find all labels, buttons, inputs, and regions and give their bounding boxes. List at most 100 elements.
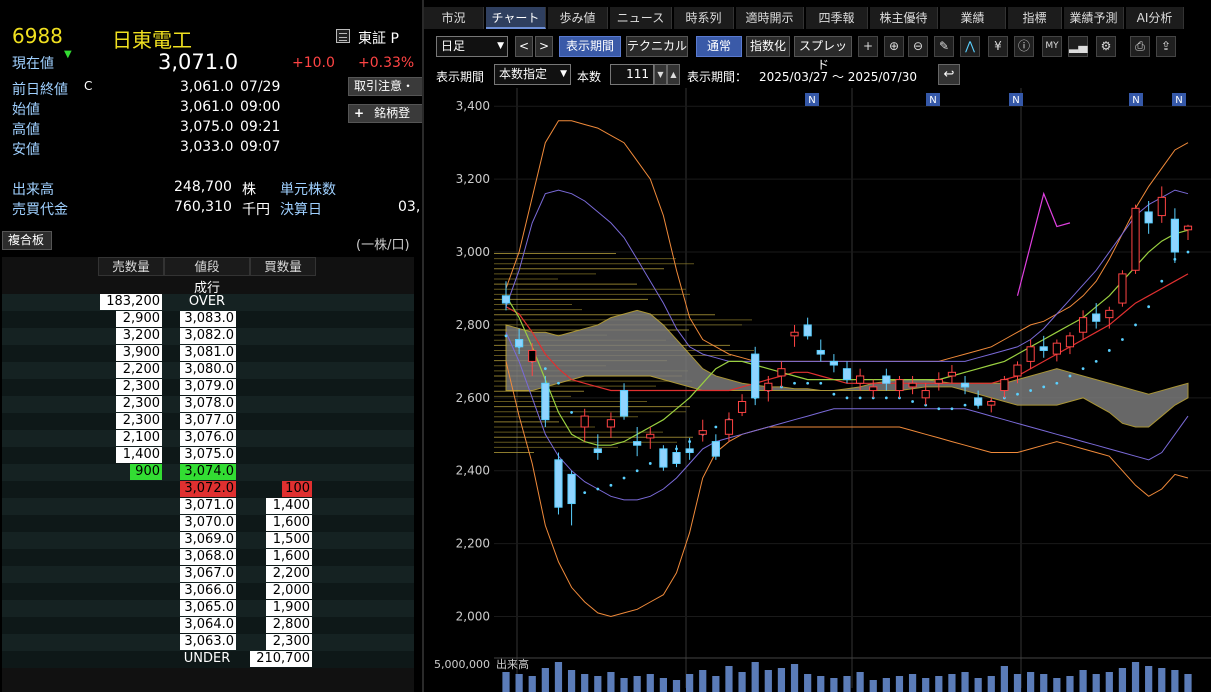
wrench-icon[interactable]: ⚙ (1096, 36, 1116, 57)
tab-4[interactable]: 時系列 (674, 7, 734, 29)
price-cell[interactable]: 3,083.0 (180, 311, 236, 327)
tab-5[interactable]: 適時開示 (736, 7, 804, 29)
pencil-icon[interactable]: ✎ (934, 36, 954, 57)
count-input[interactable]: 111 (610, 64, 654, 85)
price-cell[interactable]: 3,076.0 (180, 430, 236, 446)
info-icon[interactable]: ⓘ (1014, 36, 1034, 57)
tab-8[interactable]: 業績 (940, 7, 1006, 29)
order-book-row: 2,300 3,079.0 (2, 379, 414, 396)
sell-qty-cell[interactable]: 2,300 (116, 396, 162, 412)
price-cell[interactable]: 3,075.0 (180, 447, 236, 463)
tab-1[interactable]: チャート (486, 7, 546, 29)
buy-qty-cell[interactable]: 1,400 (266, 498, 312, 514)
candle-body (842, 368, 852, 381)
sell-qty-cell[interactable]: 2,300 (116, 379, 162, 395)
buy-qty-cell[interactable]: 2,300 (266, 634, 312, 650)
order-book-row: 3,065.0 1,900 (2, 600, 414, 617)
y-tick-label: 3,000 (456, 245, 490, 259)
price-cell[interactable]: 3,068.0 (180, 549, 236, 565)
crosshair-icon[interactable]: + (858, 36, 878, 57)
sell-qty-cell[interactable]: 183,200 (100, 294, 162, 310)
count-down-icon[interactable]: ▼ (654, 64, 667, 85)
register-stock-button[interactable]: + 銘柄登 (348, 104, 422, 123)
buy-qty-cell[interactable]: 1,600 (266, 515, 312, 531)
sell-qty-cell[interactable]: 2,200 (116, 362, 162, 378)
buy-qty-cell[interactable]: 1,500 (266, 532, 312, 548)
candle-body (567, 473, 576, 505)
price-cell[interactable]: 3,063.0 (180, 634, 236, 650)
price-cell[interactable]: 3,072.0 (180, 481, 236, 497)
print-icon[interactable]: ⎙ (1130, 36, 1150, 57)
tab-3[interactable]: ニュース (610, 7, 672, 29)
sell-qty-cell[interactable]: 3,900 (116, 345, 162, 361)
tab-0[interactable]: 市況 (424, 7, 484, 29)
price-cell[interactable]: 3,074.0 (180, 464, 236, 480)
trend-icon[interactable]: ⋀ (960, 36, 980, 57)
tab-11[interactable]: AI分析 (1126, 7, 1184, 29)
period-mode-select[interactable]: 本数指定 ▼ (494, 64, 571, 85)
reset-range-icon[interactable]: ↩ (938, 64, 960, 85)
buy-qty-cell[interactable]: 2,200 (266, 566, 312, 582)
zoom-out-icon[interactable]: ⊖ (908, 36, 928, 57)
price-cell[interactable]: 3,069.0 (180, 532, 236, 548)
technical-button[interactable]: テクニカル (626, 36, 688, 57)
price-cell[interactable]: 3,065.0 (180, 600, 236, 616)
candle-body (751, 353, 760, 399)
price-cell[interactable]: 3,080.0 (180, 362, 236, 378)
timeframe-select[interactable]: 日足 ▼ (436, 36, 508, 57)
buy-qty-cell[interactable]: 1,600 (266, 549, 312, 565)
price-cell[interactable]: 3,081.0 (180, 345, 236, 361)
sell-qty-cell[interactable]: 2,100 (116, 430, 162, 446)
count-up-icon[interactable]: ▲ (667, 64, 680, 85)
price-cell[interactable]: 3,077.0 (180, 413, 236, 429)
prev-button[interactable]: < (515, 36, 533, 57)
display-period-button[interactable]: 表示期間 (559, 36, 621, 57)
tab-10[interactable]: 業績予測 (1064, 7, 1124, 29)
candle-body (528, 349, 537, 362)
index-mode-button[interactable]: 指数化 (746, 36, 790, 57)
board-tab[interactable]: 複合板 (2, 231, 52, 250)
price-cell[interactable]: 3,064.0 (180, 617, 236, 633)
price-cell[interactable]: 3,078.0 (180, 396, 236, 412)
parabolic-dot (1121, 338, 1124, 341)
candle-body (1052, 342, 1061, 355)
sell-qty-cell[interactable]: 1,400 (116, 447, 162, 463)
document-icon[interactable] (336, 29, 350, 43)
sell-qty-header: 売数量 (98, 257, 164, 276)
histogram-icon[interactable]: ▂▄ (1068, 36, 1088, 57)
trade-caution-button[interactable]: 取引注意・ (348, 77, 422, 96)
sell-qty-cell[interactable]: 2,900 (116, 311, 162, 327)
price-cell[interactable]: 3,082.0 (180, 328, 236, 344)
next-button[interactable]: > (535, 36, 553, 57)
volume-bar (594, 676, 602, 692)
price-cell[interactable]: 3,071.0 (180, 498, 236, 514)
price-chart[interactable]: 3,400 3,200 3,000 2,800 2,600 2,400 2,200 2,000… (424, 88, 1211, 692)
sell-qty-cell[interactable]: 2,300 (116, 413, 162, 429)
buy-qty-cell[interactable]: 210,700 (250, 651, 312, 667)
buy-qty-cell[interactable]: 1,900 (266, 600, 312, 616)
summary-label: 安値 (12, 142, 40, 158)
tab-2[interactable]: 歩み値 (548, 7, 608, 29)
candle-body (698, 430, 707, 435)
spread-mode-button[interactable]: スプレッド (794, 36, 852, 72)
tab-9[interactable]: 指標 (1008, 7, 1062, 29)
tab-6[interactable]: 四季報 (806, 7, 868, 29)
my-chart-icon[interactable]: MY (1042, 36, 1062, 57)
buy-qty-cell[interactable]: 100 (282, 481, 312, 497)
buy-qty-cell[interactable]: 2,800 (266, 617, 312, 633)
price-cell[interactable]: 3,066.0 (180, 583, 236, 599)
zoom-in-icon[interactable]: ⊕ (884, 36, 904, 57)
sell-qty-cell[interactable]: 900 (130, 464, 162, 480)
normal-mode-button[interactable]: 通常 (696, 36, 742, 57)
volume-chart-label: 出来高 (496, 657, 529, 671)
sell-qty-cell[interactable]: 3,200 (116, 328, 162, 344)
export-icon[interactable]: ⇪ (1156, 36, 1176, 57)
parabolic-dot (504, 334, 508, 338)
yen-icon[interactable]: ¥ (988, 36, 1008, 57)
price-cell[interactable]: 3,079.0 (180, 379, 236, 395)
buy-qty-cell[interactable]: 2,000 (266, 583, 312, 599)
price-cell[interactable]: 3,070.0 (180, 515, 236, 531)
candle-body (711, 441, 720, 457)
tab-7[interactable]: 株主優待 (870, 7, 938, 29)
price-cell[interactable]: 3,067.0 (180, 566, 236, 582)
